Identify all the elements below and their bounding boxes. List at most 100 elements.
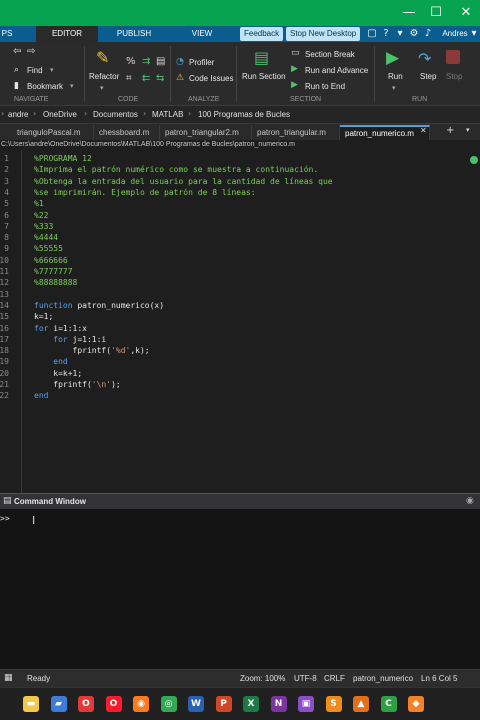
code-line[interactable]: k=1; [34,312,53,321]
breadcrumb-folder[interactable]: 100 Programas de Bucles [198,110,290,119]
taskbar-camtasia-icon[interactable]: C [380,696,397,712]
status-function[interactable]: patron_numerico [353,674,413,683]
stop-icon[interactable] [446,50,460,64]
taskbar-word-icon[interactable]: W [188,696,204,712]
code-line[interactable]: fprintf('%d',k); [34,346,150,355]
breadcrumb-andre[interactable]: andre [8,110,28,119]
maximize-icon[interactable]: ☐ [428,5,444,21]
code-line[interactable]: for j=1:1:i [34,335,106,344]
status-zoom[interactable]: Zoom: 100% [240,674,285,683]
code-issues-button[interactable]: Code Issues [189,74,233,83]
code-line[interactable]: %88888888 [34,278,77,287]
stop-desktop-button[interactable]: Stop New Desktop [286,27,361,41]
code-line[interactable]: %Obtenga la entrada del usuario para la … [34,177,333,186]
chevron-down-icon[interactable]: ▾ [466,126,470,134]
tab-editor[interactable]: EDITOR [36,26,98,42]
breadcrumb-documentos[interactable]: Documentos [93,110,138,119]
user-menu[interactable]: Andres [438,26,472,42]
smart-indent-icon[interactable]: ⇆ [156,73,164,84]
code-line[interactable]: %PROGRAMA 12 [34,154,92,163]
step-icon[interactable]: ↷ [418,49,431,68]
run-section-icon[interactable]: ▤ [254,48,269,67]
command-window[interactable]: >> I [0,509,480,669]
taskbar-sublime-icon[interactable]: S [325,696,342,712]
code-line[interactable]: fprintf('\n'); [34,380,120,389]
chevron-down-icon[interactable]: ▾ [468,28,480,40]
refactor-icon[interactable]: ✎ [96,48,109,67]
code-editor[interactable]: 1 2 3 4 5 6 7 8 9 10 11 12 13 14 15 16 17 18 19 20 21 22 %PRO… [0,150,480,493]
code-line[interactable]: %1 [34,199,44,208]
taskbar-onenote-icon[interactable]: N [270,696,287,712]
feedback-button[interactable]: Feedback [240,27,284,41]
profiler-button[interactable]: Profiler [189,58,214,67]
taskbar-app-purple-icon[interactable]: ▣ [298,696,314,712]
close-tab-icon[interactable]: ✕ [420,126,427,135]
taskbar-opera-icon[interactable]: O [105,696,122,712]
taskbar-matlab-icon[interactable]: ▲ [353,696,369,712]
outdent-icon[interactable]: ⇇ [142,73,150,84]
tab-view[interactable]: VIEW [172,26,232,42]
code-line[interactable]: %666666 [34,256,68,265]
taskbar-chrome-icon[interactable]: ◎ [160,696,177,712]
taskbar-powerpoint-icon[interactable]: P [215,696,232,712]
code-line[interactable]: k=k+1; [34,369,82,378]
code-line[interactable]: for i=1:1:x [34,324,87,333]
breadcrumb-matlab[interactable]: MATLAB [152,110,183,119]
status-encoding[interactable]: UTF-8 [294,674,317,683]
taskbar-explorer-icon[interactable]: ▬ [23,696,39,712]
back-icon[interactable]: ⇦ [13,46,21,57]
run-icon[interactable]: ▶ [386,48,399,68]
add-tab-icon[interactable]: + [446,125,454,136]
status-position[interactable]: Ln 6 Col 5 [421,674,457,683]
taskbar-excel-icon[interactable]: X [243,696,259,712]
code-line[interactable]: %55555 [34,244,63,253]
editor-tab[interactable]: chessboard.m [94,125,160,140]
minimize-icon[interactable]: — [401,5,417,21]
uncomment-icon[interactable]: ⌗ [126,73,132,84]
comment-icon[interactable]: % [126,56,136,67]
chevron-down-icon[interactable]: ▾ [70,82,74,90]
step-button[interactable]: Step [420,72,436,81]
editor-tab-active[interactable]: patron_numerico.m [340,125,430,140]
code-line[interactable]: %4444 [34,233,58,242]
chevron-down-icon[interactable]: ▾ [392,84,396,92]
find-button[interactable]: Find [27,66,43,75]
tab-apps[interactable]: PS [0,26,14,42]
code-line[interactable]: %22 [34,211,48,220]
settings-icon[interactable]: ⚙ [408,28,420,40]
editor-tab[interactable]: trianguloPascal.m [12,125,94,140]
status-line-ending[interactable]: CRLF [324,674,345,683]
close-icon[interactable]: ✕ [458,5,474,21]
forward-icon[interactable]: ⇨ [27,46,35,57]
taskbar-firefox-icon[interactable]: ◉ [133,696,149,712]
chevron-down-icon[interactable]: ▾ [50,66,54,74]
tab-publish[interactable]: PUBLISH [104,26,164,42]
refactor-button[interactable]: Refactor [89,72,119,81]
taskbar-app-orange-icon[interactable]: ◆ [408,696,424,712]
bell-icon[interactable]: ♪ [422,28,434,40]
stop-button[interactable]: Stop [446,72,462,81]
code-line[interactable]: %Imprima el patrón numérico como se mues… [34,165,318,174]
taskbar-opera-gx-icon[interactable]: O [78,696,94,712]
wrap-icon[interactable]: ▤ [156,56,165,67]
save-icon[interactable]: ▢ [366,28,378,40]
menu-icon[interactable]: ▾ [394,28,406,40]
editor-tab[interactable]: patron_triangular.m [252,125,340,140]
code-line[interactable]: %7777777 [34,267,73,276]
run-button[interactable]: Run [388,72,403,81]
chevron-down-icon[interactable]: ▾ [100,84,104,92]
section-break-button[interactable]: Section Break [305,50,355,59]
code-line[interactable]: end [34,391,48,400]
run-to-end-button[interactable]: Run to End [305,82,345,91]
code-line[interactable]: %333 [34,222,53,231]
help-icon[interactable]: ? [380,28,392,40]
editor-tab[interactable]: patron_triangular2.m [160,125,252,140]
code-line[interactable]: function patron_numerico(x) [34,301,164,310]
code-line[interactable]: %se imprimirán. Ejemplo de patrón de 8 l… [34,188,256,197]
run-advance-button[interactable]: Run and Advance [305,66,368,75]
collapse-icon[interactable]: ▤ [3,496,12,506]
breadcrumb-onedrive[interactable]: OneDrive [43,110,77,119]
indent-icon[interactable]: ⇉ [142,56,150,67]
options-icon[interactable]: ◉ [466,496,474,506]
code-line[interactable]: end [34,357,67,366]
